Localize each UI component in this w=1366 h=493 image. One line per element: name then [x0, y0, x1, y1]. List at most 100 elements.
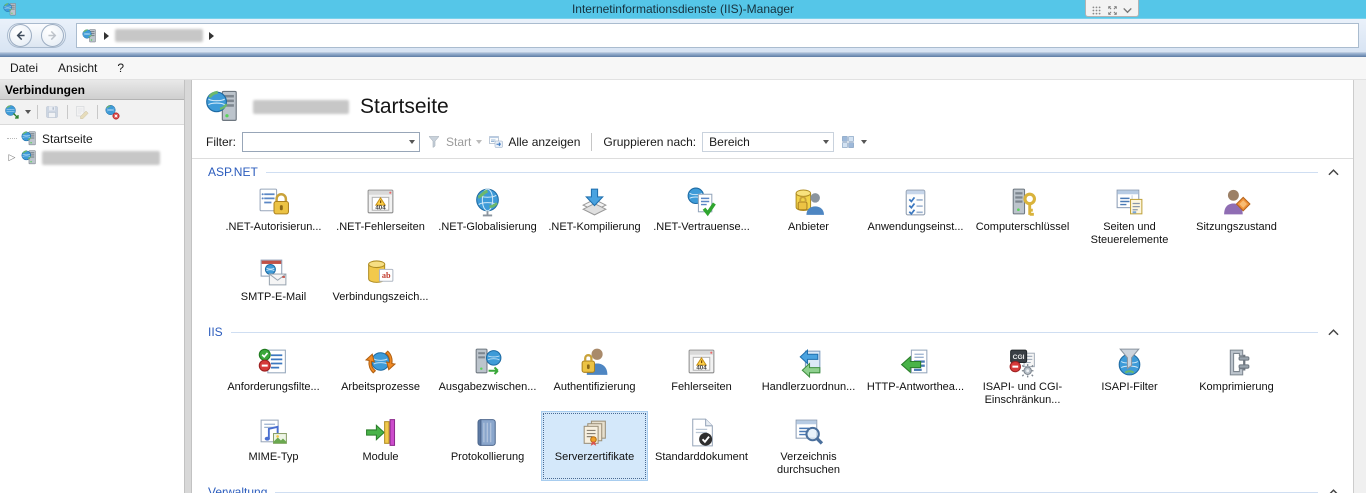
feature-tile[interactable]: Anbieter — [755, 181, 862, 251]
feature-tile[interactable]: Komprimierung — [1183, 341, 1290, 411]
feature-tile[interactable]: Anforderungsfilte... — [220, 341, 327, 411]
feature-tile[interactable]: MIME-Typ — [220, 411, 327, 481]
connections-tree: Startseite ▷ — [0, 125, 184, 493]
feature-tile-label: .NET-Autorisierun... — [226, 221, 322, 234]
http-response-headers-icon — [899, 346, 932, 379]
server-node-icon — [21, 149, 38, 166]
feature-tile[interactable]: .NET-Autorisierun... — [220, 181, 327, 251]
feature-tile-label: Ausgabezwischen... — [439, 381, 537, 394]
section-header: ASP.NET — [208, 163, 1340, 181]
tree-item-server[interactable]: ▷ — [0, 148, 184, 167]
toolbar-separator — [591, 133, 592, 151]
collapse-section-icon[interactable] — [1326, 486, 1340, 493]
grid-dots-icon[interactable] — [1091, 3, 1102, 14]
feature-tile-label: .NET-Globalisierung — [438, 221, 536, 234]
feature-tile[interactable]: Standarddokument — [648, 411, 755, 481]
console-control-bar — [1085, 0, 1139, 17]
feature-tile[interactable]: .NET-Vertrauense... — [648, 181, 755, 251]
feature-tile[interactable]: HTTP-Antworthea... — [862, 341, 969, 411]
logging-icon — [471, 416, 504, 449]
feature-tile[interactable]: .NET-Kompilierung — [541, 181, 648, 251]
feature-tile[interactable]: Computerschlüssel — [969, 181, 1076, 251]
authentication-icon — [578, 346, 611, 379]
collapse-section-icon[interactable] — [1326, 166, 1340, 178]
vertical-scrollbar[interactable] — [1353, 80, 1366, 493]
feature-tile[interactable]: Seiten und Steuerelemente — [1076, 181, 1183, 251]
menu-datei[interactable]: Datei — [0, 57, 48, 79]
feature-tile[interactable]: SMTP-E-Mail — [220, 251, 327, 321]
compression-icon — [1220, 346, 1253, 379]
feature-tile[interactable]: Verzeichnis durchsuchen — [755, 411, 862, 481]
feature-tile[interactable]: Handlerzuordnun... — [755, 341, 862, 411]
compilation-icon — [578, 186, 611, 219]
feature-tile[interactable]: abVerbindungszeich... — [327, 251, 434, 321]
mime-types-icon — [257, 416, 290, 449]
breadcrumb-arrow-icon[interactable] — [104, 32, 109, 40]
feature-tile-label: SMTP-E-Mail — [241, 291, 306, 304]
request-filtering-icon — [257, 346, 290, 379]
feature-tile[interactable]: 404Fehlerseiten — [648, 341, 755, 411]
server-home-icon — [205, 88, 242, 125]
address-bar — [0, 19, 1366, 53]
menu-hilfe[interactable]: ? — [107, 57, 134, 79]
feature-tile[interactable]: Ausgabezwischen... — [434, 341, 541, 411]
group-by-select[interactable]: Bereich — [702, 132, 834, 152]
title-bar: Internetinformationsdienste (IIS)-Manage… — [0, 0, 1366, 19]
feature-tile[interactable]: Arbeitsprozesse — [327, 341, 434, 411]
feature-tile-label: Anwendungseinst... — [867, 221, 963, 234]
iis-manager-window: { "window": { "title": "Internetinformat… — [0, 0, 1366, 491]
views-dropdown-icon — [861, 140, 867, 144]
content-area: Verbindungen Startseite ▷ — [0, 80, 1366, 493]
show-all-button[interactable]: Alle anzeigen — [488, 134, 580, 150]
feature-tile[interactable]: Serverzertifikate — [541, 411, 648, 481]
section-asp-net: ASP.NET .NET-Autorisierun... 404.NET-Fehle… — [208, 163, 1340, 321]
start-label: Start — [446, 135, 471, 149]
save-connection-icon[interactable] — [44, 104, 61, 121]
start-dropdown-icon — [476, 140, 482, 144]
worker-processes-icon — [364, 346, 397, 379]
create-connection-icon[interactable] — [4, 104, 21, 121]
forward-button[interactable] — [41, 24, 64, 47]
svg-text:404: 404 — [696, 365, 707, 372]
breadcrumb-arrow-icon[interactable] — [209, 32, 214, 40]
section-verwaltung: Verwaltung — [208, 483, 1340, 493]
feature-tile[interactable]: CGIISAPI- und CGI-Einschränkun... — [969, 341, 1076, 411]
views-button[interactable] — [840, 134, 867, 150]
expand-icon[interactable] — [1107, 3, 1118, 14]
rename-connection-icon[interactable] — [74, 104, 91, 121]
filter-input[interactable] — [242, 132, 420, 152]
redacted-server-name — [115, 29, 203, 42]
group-by-dropdown-icon[interactable] — [818, 133, 833, 151]
feature-tile[interactable]: ISAPI-Filter — [1076, 341, 1183, 411]
breadcrumb[interactable] — [76, 23, 1359, 48]
feature-tile[interactable]: Module — [327, 411, 434, 481]
create-connection-dropdown-icon[interactable] — [25, 110, 31, 114]
feature-tile[interactable]: Anwendungseinst... — [862, 181, 969, 251]
filter-dropdown-icon[interactable] — [404, 133, 419, 151]
feature-tile-label: Seiten und Steuerelemente — [1077, 221, 1182, 247]
group-by-label: Gruppieren nach: — [603, 135, 696, 149]
feature-tile[interactable]: Sitzungszustand — [1183, 181, 1290, 251]
tree-item-startseite[interactable]: Startseite — [0, 129, 184, 148]
session-state-icon — [1220, 186, 1253, 219]
feature-grid: Anforderungsfilte... Arbeitsprozesse Ausga… — [208, 341, 1340, 481]
feature-tile[interactable]: Protokollierung — [434, 411, 541, 481]
collapse-section-icon[interactable] — [1326, 326, 1340, 338]
tree-item-label: Startseite — [42, 132, 93, 146]
feature-tile-label: .NET-Vertrauense... — [653, 221, 750, 234]
tree-expander-icon[interactable]: ▷ — [7, 152, 17, 163]
feature-tile[interactable]: .NET-Globalisierung — [434, 181, 541, 251]
panel-splitter[interactable] — [184, 80, 192, 493]
feature-tile-label: HTTP-Antworthea... — [867, 381, 964, 394]
feature-tile-label: Verzeichnis durchsuchen — [756, 451, 861, 477]
start-filter-button[interactable]: Start — [426, 134, 482, 150]
delete-connection-icon[interactable] — [104, 104, 121, 121]
chevron-down-icon[interactable] — [1122, 3, 1133, 14]
back-button[interactable] — [9, 24, 32, 47]
feature-tile-label: Arbeitsprozesse — [341, 381, 420, 394]
connections-panel-title: Verbindungen — [0, 80, 184, 100]
feature-tile[interactable]: Authentifizierung — [541, 341, 648, 411]
feature-tile-label: Sitzungszustand — [1196, 221, 1277, 234]
menu-ansicht[interactable]: Ansicht — [48, 57, 107, 79]
feature-tile[interactable]: 404.NET-Fehlerseiten — [327, 181, 434, 251]
